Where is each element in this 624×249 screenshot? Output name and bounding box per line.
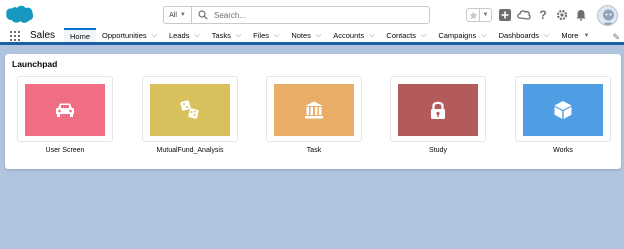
tab-label: Tasks <box>211 31 231 40</box>
tab-dashboards[interactable]: Dashboards ⌵ <box>493 28 556 44</box>
bank-icon <box>305 101 323 119</box>
tile-icon-background <box>274 84 354 136</box>
launchpad-card: Launchpad User Screen MutualFund_Analysi… <box>5 54 621 169</box>
tile-icon-background <box>523 84 603 136</box>
chevron-down-icon[interactable]: ⌵ <box>421 32 426 40</box>
plus-icon[interactable] <box>497 7 513 23</box>
launchpad-title: Launchpad <box>12 59 58 69</box>
chevron-down-icon[interactable]: ⌵ <box>236 32 241 40</box>
search-scope-label: All <box>169 11 177 19</box>
tile-label[interactable]: Works <box>508 147 618 154</box>
tile-label[interactable]: User Screen <box>10 147 120 154</box>
tab-label: Files <box>253 31 270 40</box>
tab-more[interactable]: More ▼ <box>555 28 595 44</box>
launchpad-tile-works[interactable] <box>515 76 611 142</box>
chevron-down-icon[interactable]: ▼ <box>583 33 589 39</box>
salesforce-cloud-logo[interactable] <box>5 5 34 25</box>
tab-home[interactable]: Home <box>64 27 97 44</box>
tile-icon-background <box>150 84 230 136</box>
gear-icon[interactable] <box>554 7 570 23</box>
tab-campaigns[interactable]: Campaigns ⌵ <box>432 28 492 44</box>
tile-icon-background <box>25 84 105 136</box>
chevron-down-icon[interactable]: ⌵ <box>316 32 321 40</box>
chevron-down-icon[interactable]: ⌵ <box>152 32 157 40</box>
tab-leads[interactable]: Leads ⌵ <box>163 28 206 44</box>
star-icon[interactable] <box>467 9 479 21</box>
tab-label: Opportunities <box>102 31 147 40</box>
tab-label: Accounts <box>333 31 365 40</box>
search-scope-select[interactable]: All ▼ <box>164 7 192 23</box>
tab-tasks[interactable]: Tasks ⌵ <box>206 28 247 44</box>
tab-opportunities[interactable]: Opportunities ⌵ <box>96 28 163 44</box>
launchpad-tile-mutualfund-analysis[interactable] <box>142 76 238 142</box>
lock-icon <box>431 101 445 119</box>
chevron-down-icon[interactable]: ⌵ <box>369 32 374 40</box>
search-input[interactable] <box>214 10 414 20</box>
dice-icon <box>180 100 199 119</box>
tab-label: Campaigns <box>438 31 477 40</box>
launchpad-tile-user-screen[interactable] <box>17 76 113 142</box>
help-cloud-icon[interactable] <box>516 7 532 23</box>
app-navigation-bar: Sales Home Opportunities ⌵ Leads ⌵ Tasks… <box>0 27 624 45</box>
global-header: All ▼ ▼ ? <box>0 0 624 29</box>
avatar[interactable] <box>597 4 618 26</box>
chevron-down-icon[interactable]: ⌵ <box>274 32 279 40</box>
tile-icon-background <box>398 84 478 136</box>
tile-label[interactable]: Task <box>259 147 369 154</box>
tab-label: Notes <box>291 31 311 40</box>
search-icon <box>198 10 208 20</box>
tile-label[interactable]: Study <box>383 147 493 154</box>
tab-label: Dashboards <box>498 31 540 40</box>
chevron-down-icon[interactable]: ⌵ <box>544 32 549 40</box>
chevron-down-icon[interactable]: ⌵ <box>481 32 486 40</box>
chevron-down-icon[interactable]: ⌵ <box>194 32 199 40</box>
tab-label: Leads <box>168 31 190 40</box>
tab-label: Contacts <box>386 31 417 40</box>
tab-notes[interactable]: Notes ⌵ <box>285 28 327 44</box>
app-launcher-icon[interactable] <box>10 30 20 41</box>
launchpad-tile-study[interactable] <box>390 76 486 142</box>
tab-contacts[interactable]: Contacts ⌵ <box>380 28 432 44</box>
global-search[interactable]: All ▼ <box>163 6 430 24</box>
tab-files[interactable]: Files ⌵ <box>247 28 285 44</box>
header-actions: ▼ ? <box>466 4 624 26</box>
edit-nav-pencil-icon[interactable]: ✎ <box>612 32 620 43</box>
favorites-chevron-down-icon[interactable]: ▼ <box>479 9 491 21</box>
favorites-control[interactable]: ▼ <box>466 8 492 22</box>
chevron-down-icon: ▼ <box>179 12 186 18</box>
tile-label[interactable]: MutualFund_Analysis <box>135 147 245 154</box>
cube-icon <box>554 101 572 119</box>
question-icon[interactable]: ? <box>535 7 551 23</box>
launchpad-tile-task[interactable] <box>266 76 362 142</box>
tab-label: More <box>561 31 579 40</box>
car-icon <box>56 103 74 117</box>
tab-label: Home <box>70 32 91 41</box>
bell-icon[interactable] <box>573 7 589 23</box>
tab-accounts[interactable]: Accounts ⌵ <box>327 28 380 44</box>
app-name: Sales <box>30 30 56 41</box>
